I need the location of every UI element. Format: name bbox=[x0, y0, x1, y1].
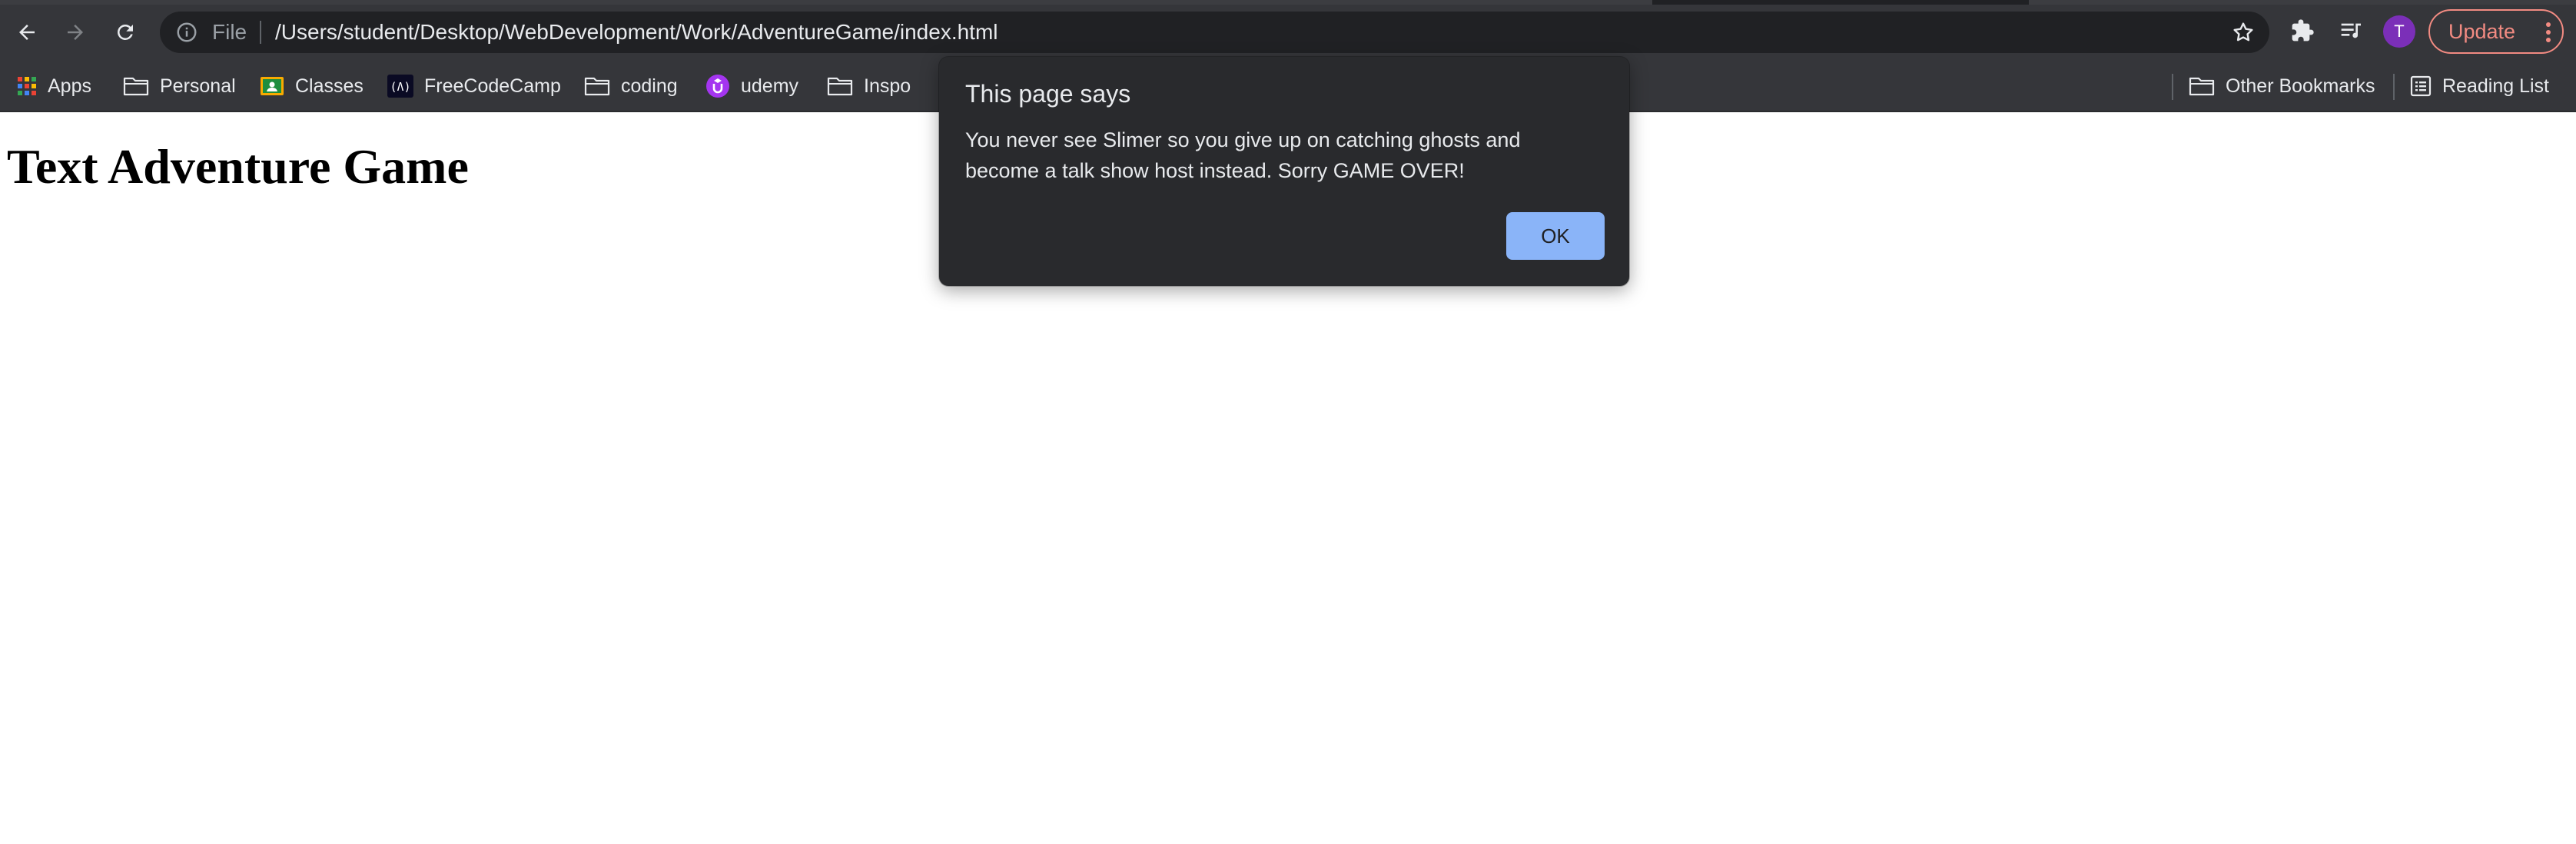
bookmark-label: udemy bbox=[741, 75, 799, 97]
playlist-music-icon bbox=[2341, 23, 2361, 38]
reload-icon bbox=[118, 24, 133, 40]
apps-grid-icon bbox=[18, 77, 36, 95]
bookmark-label: Classes bbox=[295, 75, 363, 97]
bookmark-label: Apps bbox=[48, 75, 91, 97]
tab-edge[interactable] bbox=[0, 0, 1652, 5]
classroom-icon bbox=[261, 77, 284, 95]
bookmark-inspo[interactable]: Inspo bbox=[827, 72, 911, 100]
more-vertical-icon bbox=[2546, 22, 2551, 42]
reading-list-button[interactable]: Reading List bbox=[2410, 72, 2549, 100]
url-text[interactable]: /Users/student/Desktop/WebDevelopment/Wo… bbox=[275, 19, 998, 45]
forward-arrow-icon bbox=[68, 25, 83, 40]
bookmark-label: FreeCodeCamp bbox=[424, 75, 561, 97]
bookmark-apps[interactable]: Apps bbox=[17, 72, 91, 100]
bookmark-classes[interactable]: Classes bbox=[260, 72, 363, 100]
tab-edge[interactable] bbox=[2029, 0, 2576, 5]
update-button[interactable]: Update bbox=[2428, 9, 2564, 54]
svg-text:(Ʌ): (Ʌ) bbox=[390, 80, 410, 94]
bookmark-label: coding bbox=[621, 75, 678, 97]
ok-button[interactable]: OK bbox=[1506, 212, 1605, 260]
back-button[interactable] bbox=[5, 11, 48, 54]
bookmark-freecodecamp[interactable]: (Ʌ) FreeCodeCamp bbox=[387, 72, 561, 100]
bookmark-label: Personal bbox=[160, 75, 236, 97]
bookmark-coding[interactable]: coding bbox=[584, 72, 678, 100]
puzzle-piece-icon bbox=[2292, 19, 2314, 42]
alert-dialog: This page says You never see Slimer so y… bbox=[939, 57, 1629, 286]
bookmarks-divider bbox=[2393, 74, 2395, 100]
bookmark-label: Reading List bbox=[2442, 75, 2549, 97]
update-label: Update bbox=[2448, 19, 2516, 43]
address-bar[interactable]: File /Users/student/Desktop/WebDevelopme… bbox=[160, 12, 2269, 53]
dialog-title: This page says bbox=[965, 80, 1131, 108]
profile-avatar[interactable]: T bbox=[2383, 15, 2415, 48]
media-control-button[interactable] bbox=[2336, 15, 2367, 46]
page-heading: Text Adventure Game bbox=[7, 139, 469, 194]
bookmark-label: Inspo bbox=[864, 75, 911, 97]
reading-list-icon bbox=[2410, 75, 2432, 97]
bookmarks-divider bbox=[2172, 74, 2173, 100]
freecodecamp-icon: (Ʌ) bbox=[387, 75, 413, 98]
folder-icon bbox=[827, 77, 853, 96]
tab-strip bbox=[0, 0, 2576, 5]
browser-toolbar: File /Users/student/Desktop/WebDevelopme… bbox=[0, 0, 2576, 63]
folder-icon bbox=[584, 77, 610, 96]
bookmark-star-icon[interactable] bbox=[2231, 20, 2256, 45]
bookmark-udemy[interactable]: udemy bbox=[705, 72, 798, 100]
folder-icon bbox=[123, 77, 149, 96]
info-icon[interactable] bbox=[175, 21, 198, 44]
reload-button[interactable] bbox=[104, 11, 147, 54]
bookmark-label: Other Bookmarks bbox=[2226, 75, 2375, 97]
omnibox-divider bbox=[260, 21, 261, 44]
back-arrow-icon bbox=[19, 25, 35, 40]
dialog-message: You never see Slimer so you give up on c… bbox=[965, 128, 1521, 182]
folder-icon bbox=[2189, 77, 2215, 96]
extensions-button[interactable] bbox=[2287, 15, 2318, 46]
forward-button[interactable] bbox=[54, 11, 97, 54]
bookmark-other-bookmarks[interactable]: Other Bookmarks bbox=[2189, 72, 2375, 100]
scheme-label: File bbox=[212, 20, 247, 44]
bookmark-personal[interactable]: Personal bbox=[123, 72, 236, 100]
udemy-icon bbox=[706, 75, 729, 98]
